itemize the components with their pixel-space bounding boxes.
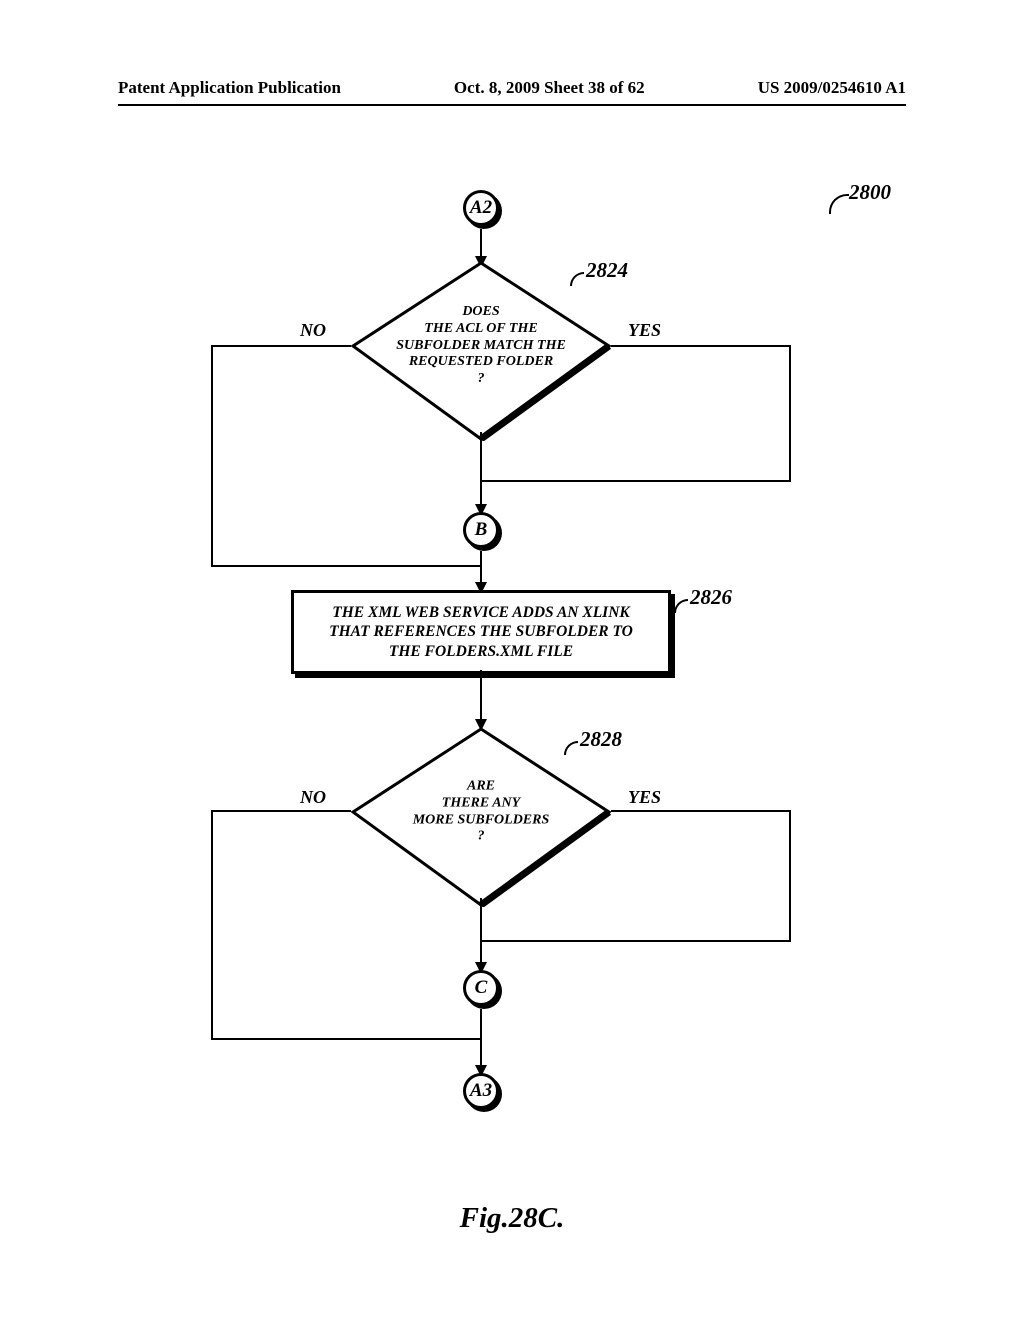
flowchart-container: 2800 A2 DOES THE ACL OF THE SUBFOLDER MA… <box>118 180 906 1220</box>
flowline <box>480 1009 482 1039</box>
header-center: Oct. 8, 2009 Sheet 38 of 62 <box>454 78 645 98</box>
flowline <box>211 345 351 347</box>
flowline <box>611 810 791 812</box>
header-right: US 2009/0254610 A1 <box>758 78 906 98</box>
decision-2-no-label: NO <box>300 787 326 808</box>
decision-1-no-label: NO <box>300 320 326 341</box>
decision-1-text: DOES THE ACL OF THE SUBFOLDER MATCH THE … <box>371 304 591 388</box>
page-header: Patent Application Publication Oct. 8, 2… <box>0 78 1024 98</box>
connector-a3: A3 <box>463 1073 499 1109</box>
process-1-text: THE XML WEB SERVICE ADDS AN XLINK THAT R… <box>329 604 633 660</box>
flowline <box>211 345 213 565</box>
decision-2-yes-label: YES <box>628 787 661 808</box>
decision-1-yes-label: YES <box>628 320 661 341</box>
decision-acl-match: DOES THE ACL OF THE SUBFOLDER MATCH THE … <box>351 261 611 431</box>
flowline <box>480 940 791 942</box>
ref-2826: 2826 <box>690 585 732 610</box>
connector-b-label: B <box>475 519 488 541</box>
header-rule <box>118 104 906 106</box>
flowline <box>789 345 791 482</box>
flowline <box>211 810 213 1040</box>
connector-a3-label: A3 <box>470 1080 492 1102</box>
decision-2-text: ARE THERE ANY MORE SUBFOLDERS ? <box>371 778 591 845</box>
ref-2824: 2824 <box>586 258 628 283</box>
flowline <box>211 565 480 567</box>
flowline <box>480 898 482 942</box>
flowline <box>480 480 791 482</box>
connector-b: B <box>463 512 499 548</box>
connector-c-label: C <box>475 977 488 999</box>
header-left: Patent Application Publication <box>118 78 341 98</box>
flowline <box>611 345 791 347</box>
flowline <box>211 1038 480 1040</box>
process-add-xlink: THE XML WEB SERVICE ADDS AN XLINK THAT R… <box>291 590 671 674</box>
ref-2828: 2828 <box>580 727 622 752</box>
flowchart-ref-2800: 2800 <box>849 180 891 205</box>
connector-a2-label: A2 <box>470 197 492 219</box>
figure-label: Fig.28C. <box>0 1202 1024 1235</box>
connector-a2: A2 <box>463 190 499 226</box>
flowline <box>480 432 482 480</box>
ref-hook <box>674 599 688 613</box>
flowline <box>789 810 791 942</box>
connector-c: C <box>463 970 499 1006</box>
flowline <box>211 810 351 812</box>
